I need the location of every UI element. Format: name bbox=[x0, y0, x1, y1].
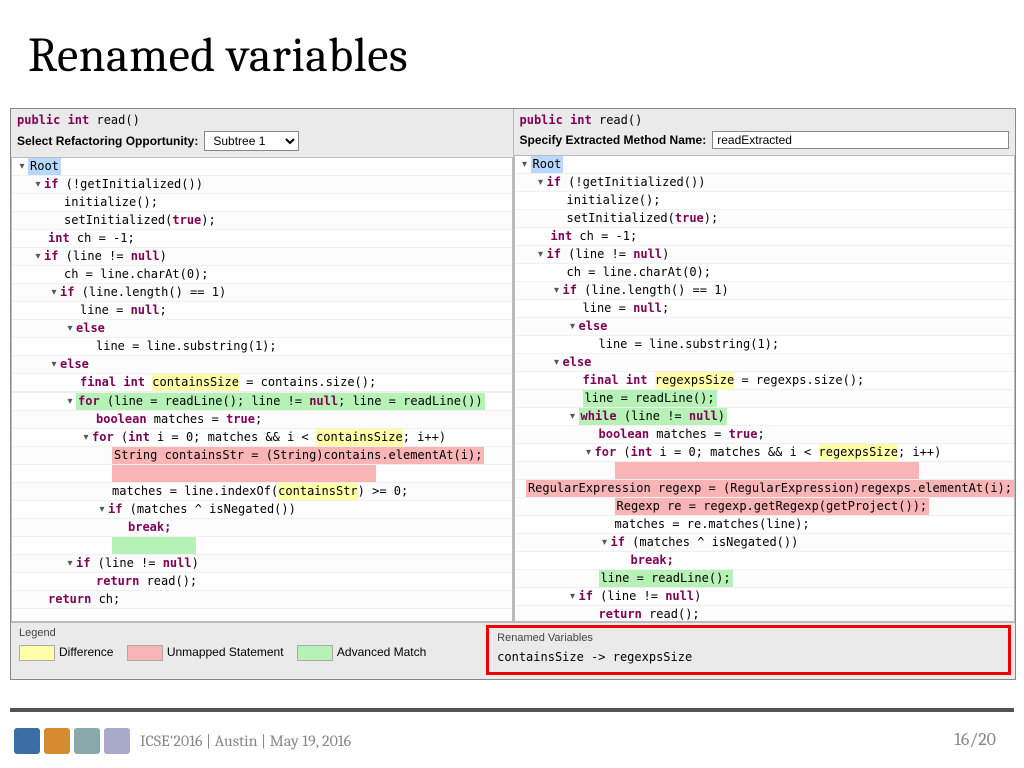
legend: Legend Difference Unmapped Statement Adv… bbox=[11, 623, 484, 679]
slide-title: Renamed variables bbox=[28, 28, 408, 83]
swatch-difference bbox=[19, 645, 55, 661]
chevron-down-icon[interactable]: ▾ bbox=[32, 176, 44, 193]
chevron-down-icon[interactable]: ▾ bbox=[48, 356, 60, 373]
method-name-label: Specify Extracted Method Name: bbox=[520, 133, 707, 147]
root-node[interactable]: Root bbox=[28, 158, 61, 175]
logo-icon bbox=[14, 728, 40, 754]
chevron-down-icon[interactable]: ▾ bbox=[64, 393, 76, 410]
footer-text: ICSE'2016 | Austin | May 19, 2016 bbox=[140, 732, 351, 750]
chevron-down-icon[interactable]: ▾ bbox=[80, 429, 92, 446]
chevron-down-icon[interactable]: ▾ bbox=[567, 318, 579, 335]
page-number: 16/20 bbox=[954, 729, 996, 750]
chevron-down-icon[interactable]: ▾ bbox=[551, 282, 563, 299]
chevron-down-icon[interactable]: ▾ bbox=[64, 320, 76, 337]
logo-icon bbox=[104, 728, 130, 754]
root-node[interactable]: Root bbox=[531, 156, 564, 173]
logo-icon bbox=[74, 728, 100, 754]
chevron-down-icon[interactable]: ▾ bbox=[64, 555, 76, 572]
renamed-variables-box: Renamed Variables containsSize -> regexp… bbox=[486, 625, 1011, 675]
right-tree[interactable]: ▾Root ▾if (!getInitialized()) initialize… bbox=[514, 155, 1016, 622]
left-pane: public int read() Select Refactoring Opp… bbox=[11, 109, 514, 622]
right-pane: public int read() Specify Extracted Meth… bbox=[514, 109, 1016, 622]
chevron-down-icon[interactable]: ▾ bbox=[16, 158, 28, 175]
chevron-down-icon[interactable]: ▾ bbox=[599, 534, 611, 551]
chevron-down-icon[interactable]: ▾ bbox=[583, 444, 595, 461]
chevron-down-icon[interactable]: ▾ bbox=[535, 246, 547, 263]
chevron-down-icon[interactable]: ▾ bbox=[519, 156, 531, 173]
chevron-down-icon[interactable]: ▾ bbox=[32, 248, 44, 265]
left-tree[interactable]: ▾Root ▾if (!getInitialized()) initialize… bbox=[11, 157, 513, 622]
left-signature: public int read() bbox=[11, 109, 513, 127]
chevron-down-icon[interactable]: ▾ bbox=[96, 501, 108, 518]
right-signature: public int read() bbox=[514, 109, 1016, 127]
swatch-advanced bbox=[297, 645, 333, 661]
compare-panel: public int read() Select Refactoring Opp… bbox=[10, 108, 1016, 680]
slide-footer: ICSE'2016 | Austin | May 19, 2016 16/20 bbox=[0, 696, 1024, 768]
chevron-down-icon[interactable]: ▾ bbox=[567, 408, 579, 425]
bottom-bar: Legend Difference Unmapped Statement Adv… bbox=[11, 622, 1015, 679]
chevron-down-icon[interactable]: ▾ bbox=[567, 588, 579, 605]
chevron-down-icon[interactable]: ▾ bbox=[551, 354, 563, 371]
chevron-down-icon[interactable]: ▾ bbox=[535, 174, 547, 191]
swatch-unmapped bbox=[127, 645, 163, 661]
refactoring-select[interactable]: Subtree 1 bbox=[204, 131, 299, 151]
logo-icon bbox=[44, 728, 70, 754]
method-name-input[interactable] bbox=[712, 131, 1009, 149]
chevron-down-icon[interactable]: ▾ bbox=[48, 284, 60, 301]
refactoring-label: Select Refactoring Opportunity: bbox=[17, 134, 198, 148]
footer-logos bbox=[14, 728, 130, 754]
